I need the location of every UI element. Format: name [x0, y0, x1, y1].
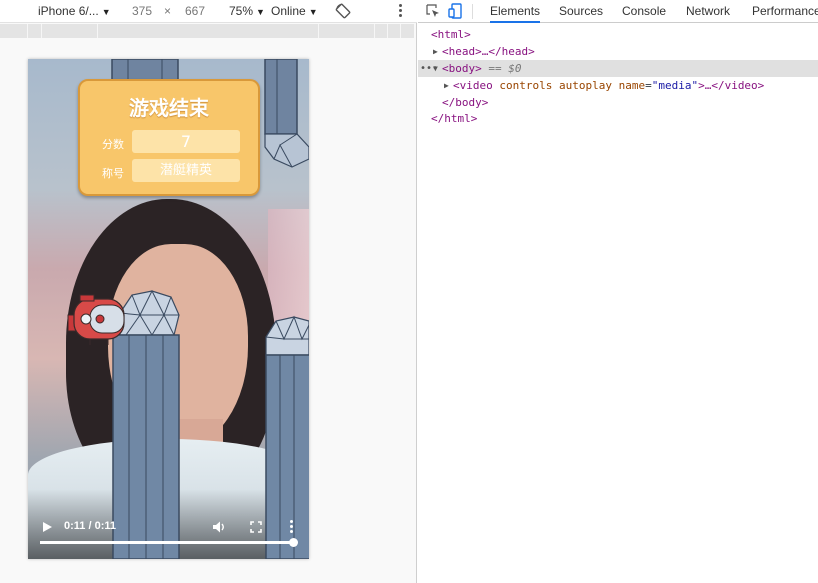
device-viewport: 游戏结束 分数 7 称号 潜艇精英 0:11 / 0:11	[28, 59, 309, 559]
rotate-icon[interactable]	[335, 3, 351, 19]
caret-down-icon: ▼	[308, 7, 318, 17]
height-input[interactable]: 667	[185, 4, 205, 18]
tab-performance[interactable]: Performance	[752, 0, 818, 23]
devtools-window: iPhone 6/...▼ 375 × 667 75%▼ Online▼	[0, 0, 818, 583]
video-progress-thumb[interactable]	[289, 538, 298, 547]
video-controls: 0:11 / 0:11	[28, 511, 309, 559]
inspect-element-icon[interactable]	[426, 4, 440, 18]
caret-down-icon: ▼	[101, 7, 111, 17]
devtools-tabbar: Elements Sources Console Network Perform…	[418, 0, 818, 23]
device-select[interactable]: iPhone 6/... ▼	[38, 4, 111, 18]
html-open-tag: <html>	[431, 28, 471, 41]
network-select[interactable]: Online ▼	[271, 4, 318, 18]
network-value: Online	[271, 4, 306, 18]
body-open-line: <body> == $0	[442, 60, 522, 77]
attr-name-value: "media"	[651, 79, 699, 92]
media-query-ruler[interactable]	[0, 24, 414, 38]
video-player[interactable]: 游戏结束 分数 7 称号 潜艇精英 0:11 / 0:11	[28, 59, 309, 559]
expand-triangle-icon[interactable]: ▶	[433, 43, 438, 60]
ice-pillar-top-right	[264, 59, 309, 168]
width-input[interactable]: 375	[132, 4, 152, 18]
video-progress-fill	[40, 541, 293, 544]
submarine	[67, 294, 125, 345]
game-over-panel: 游戏结束 分数 7 称号 潜艇精英	[78, 79, 260, 196]
elements-panel: Elements Sources Console Network Perform…	[418, 0, 818, 583]
device-emulation-pane: iPhone 6/...▼ 375 × 667 75%▼ Online▼	[0, 0, 417, 583]
zoom-value: 75%	[229, 4, 254, 18]
device-name: iPhone 6/...	[38, 4, 99, 18]
selected-marker: == $0	[488, 62, 522, 75]
caret-down-icon: ▼	[256, 7, 265, 17]
volume-icon[interactable]	[212, 520, 226, 534]
dom-node-html-close[interactable]: </html>	[418, 110, 818, 127]
attr-autoplay: autoplay	[558, 79, 612, 92]
device-toggle-icon[interactable]	[448, 3, 462, 19]
rank-label: 称号	[102, 167, 124, 180]
html-close-tag: </html>	[431, 112, 478, 125]
tab-elements[interactable]: Elements	[490, 0, 541, 23]
body-close-tag: </body>	[442, 96, 489, 109]
toolbar-divider	[472, 4, 473, 19]
dom-node-body[interactable]: ••• ▼ <body> == $0	[418, 60, 818, 77]
collapse-triangle-icon[interactable]: ▼	[433, 60, 438, 77]
tab-sources[interactable]: Sources	[559, 0, 603, 23]
dom-node-body-close[interactable]: </body>	[418, 94, 818, 111]
head-tag: <head>…</head>	[442, 45, 535, 58]
video-close-tag: >…</video>	[698, 79, 765, 92]
dom-node-html[interactable]: <html>	[418, 26, 818, 43]
kebab-icon[interactable]	[397, 3, 403, 19]
dom-node-head[interactable]: ▶ <head>…</head>	[418, 43, 818, 60]
video-progress-bar[interactable]	[40, 538, 298, 547]
video-open-tag: <video	[453, 79, 493, 92]
rank-value: 潜艇精英	[132, 159, 240, 182]
video-time: 0:11 / 0:11	[64, 520, 116, 532]
device-toolbar: iPhone 6/... ▼ 375 × 667 75% ▼ Online ▼	[0, 0, 417, 23]
video-open-line: <video controls autoplay name="media">…<…	[453, 79, 765, 92]
tab-console[interactable]: Console	[622, 0, 666, 23]
play-icon[interactable]	[41, 521, 53, 533]
body-open-tag: <body>	[442, 62, 482, 75]
tab-network[interactable]: Network	[686, 0, 730, 23]
attr-name: name	[618, 79, 646, 92]
dom-node-video[interactable]: ▶ <video controls autoplay name="media">…	[418, 77, 818, 94]
fullscreen-icon[interactable]	[250, 521, 262, 533]
attr-controls: controls	[499, 79, 553, 92]
game-over-title: 游戏结束	[129, 96, 209, 120]
more-vert-icon[interactable]	[289, 520, 293, 534]
score-value: 7	[132, 130, 240, 153]
zoom-select[interactable]: 75% ▼	[229, 4, 265, 18]
dimension-separator: ×	[164, 4, 172, 18]
score-label: 分数	[102, 138, 124, 151]
expand-triangle-icon[interactable]: ▶	[444, 77, 449, 94]
